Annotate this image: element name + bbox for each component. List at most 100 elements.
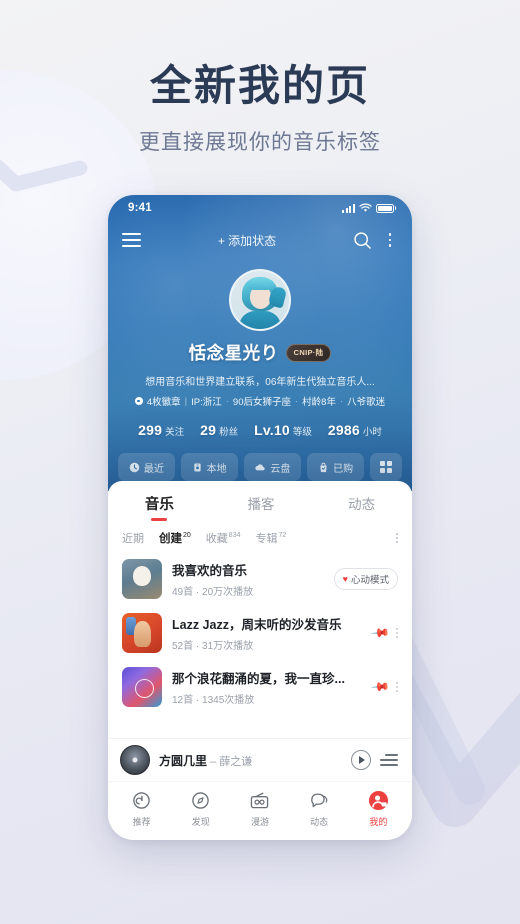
stat-value: 29 [200,422,217,438]
play-icon[interactable] [351,750,371,770]
avatar[interactable] [229,269,291,331]
bag-icon [320,462,327,472]
recommend-icon [132,790,151,811]
now-playing-song: 方圆几里 [159,753,208,768]
tag-zodiac: 90后女狮子座 [232,397,291,408]
list-item[interactable]: Lazz Jazz，周末听的沙发音乐 52首 · 31万次播放 📌 [122,606,398,660]
grid-icon [379,460,393,474]
playlist-queue-icon[interactable] [380,754,398,766]
nav-item-moments[interactable]: 动态 [294,790,344,828]
nav-label: 漫游 [250,817,269,827]
playlist-cover [122,559,162,599]
filter-count: 72 [278,532,287,540]
profile-tags-row: 4枚徽章 | IP:浙江 · 90后女狮子座 · 村龄8年 · 八爷歌迷 [108,394,412,408]
filter-count: 20 [183,532,191,540]
tag-separator: · [294,395,299,407]
promo-heading-block: 全新我的页 更直接展现你的音乐标签 [0,62,520,156]
filter-albums[interactable]: 专辑72 [255,530,286,546]
stat-label: 小时 [362,427,382,438]
nav-item-recommend[interactable]: 推荐 [117,790,167,828]
filter-more-icon[interactable] [396,533,398,543]
filter-recent[interactable]: 近期 [122,530,144,546]
pin-icon[interactable]: 📌 [370,677,390,697]
search-icon[interactable] [353,231,372,250]
top-navbar: + 添加状态 [108,221,412,259]
playlist-title: 我喜欢的音乐 [172,564,248,578]
nav-item-profile[interactable]: 我的 [353,790,403,828]
more-vertical-icon[interactable] [396,628,398,638]
nav-item-discover[interactable]: 发现 [176,790,226,828]
stat-label: 粉丝 [219,427,239,438]
stat-label: 等级 [292,427,312,438]
chip-purchased[interactable]: 已购 [307,453,364,481]
filter-label: 收藏 [205,533,228,545]
more-vertical-icon[interactable] [382,231,398,249]
now-playing-cover [120,745,150,775]
wifi-icon [358,203,372,212]
nav-label: 我的 [369,817,388,827]
pin-icon[interactable]: 📌 [370,623,390,643]
tag-separator: · [225,395,229,407]
medal-icon [134,397,143,405]
more-vertical-icon[interactable] [396,682,398,692]
avatar-wrapper [108,269,412,331]
stat-value: 2986 [327,422,360,438]
profile-header: 9:41 + 添加状态 恬念星光り CNIP·陆 想用音乐和世界建立联系，06年… [108,195,412,491]
nav-item-roaming[interactable]: 漫游 [235,790,285,828]
stat-following[interactable]: 299 关注 [138,422,184,438]
vip-badge[interactable]: CNIP·陆 [285,343,332,362]
cellular-bars-icon [342,203,355,213]
chip-local[interactable]: 本地 [180,453,238,481]
status-time: 9:41 [128,202,152,214]
chip-label: 云盘 [270,463,291,475]
bottom-navigation: 推荐 发现 漫游 动态 我的 [108,781,412,840]
list-item[interactable]: 那个浪花翻涌的夏，我一直珍... 12首 · 1345次播放 📌 [122,660,398,714]
tab-podcast[interactable]: 播客 [247,493,274,522]
chip-label: 已购 [333,463,354,475]
battery-full-icon [375,203,396,213]
now-playing-text: 方圆几里 – 薛之谦 [159,752,342,769]
filter-row: 近期 创建20 收藏834 专辑72 [108,522,412,552]
filter-label: 专辑 [255,533,278,545]
playlist-list: 我喜欢的音乐 49首 · 20万次播放 ♥ 心动模式 Lazz Jazz，周末听… [108,552,412,714]
chip-recent[interactable]: 最近 [118,453,175,481]
stat-hours[interactable]: 2986 小时 [328,422,382,438]
phone-mockup: 9:41 + 添加状态 恬念星光り CNIP·陆 想用音乐和世界建立联系，06年… [108,195,412,840]
mini-player[interactable]: 方圆几里 – 薛之谦 [108,738,412,781]
badge-count[interactable]: 4枚徽章 [147,394,181,408]
tab-moments[interactable]: 动态 [348,493,375,522]
heart-icon: ♥ [342,573,348,584]
list-item[interactable]: 我喜欢的音乐 49首 · 20万次播放 ♥ 心动模式 [122,552,398,606]
tag-fanclub: 八爷歌迷 [347,397,386,408]
page-title: 全新我的页 [149,62,370,109]
playlist-meta: 12首 · 1345次播放 [172,695,255,706]
profile-icon [368,790,389,811]
now-playing-artist: 薛之谦 [219,755,253,768]
stat-followers[interactable]: 29 粉丝 [200,422,238,438]
chip-grid-more[interactable] [370,453,402,481]
filter-created[interactable]: 创建20 [159,530,191,546]
nav-label: 发现 [191,817,210,827]
filter-label: 创建 [159,533,182,545]
stat-value: 299 [138,422,163,438]
now-playing-dash: – [207,755,220,768]
chat-icon [309,790,330,811]
tab-music[interactable]: 音乐 [145,493,174,522]
user-bio[interactable]: 想用音乐和世界建立联系，06年新生代独立音乐人... [108,373,412,388]
tag-separator: · [339,395,344,407]
add-status-button[interactable]: + 添加状态 [151,232,343,249]
heartbeat-mode-button[interactable]: ♥ 心动模式 [333,568,398,590]
chip-cloud[interactable]: 云盘 [243,453,302,481]
playlist-cover [122,613,162,653]
filter-count: 834 [228,532,241,540]
stat-level[interactable]: Lv.10 等级 [254,422,312,438]
cloud-icon [255,463,266,470]
heartbeat-mode-label: 心动模式 [350,575,389,586]
username: 恬念星光り [188,343,279,363]
radio-icon [249,790,270,811]
filter-favorites[interactable]: 收藏834 [206,530,241,546]
quick-action-chips: 最近 本地 云盘 已购 [108,453,412,481]
device-icon [194,462,201,472]
hamburger-menu-icon[interactable] [122,233,141,247]
stat-label: 关注 [165,427,185,438]
